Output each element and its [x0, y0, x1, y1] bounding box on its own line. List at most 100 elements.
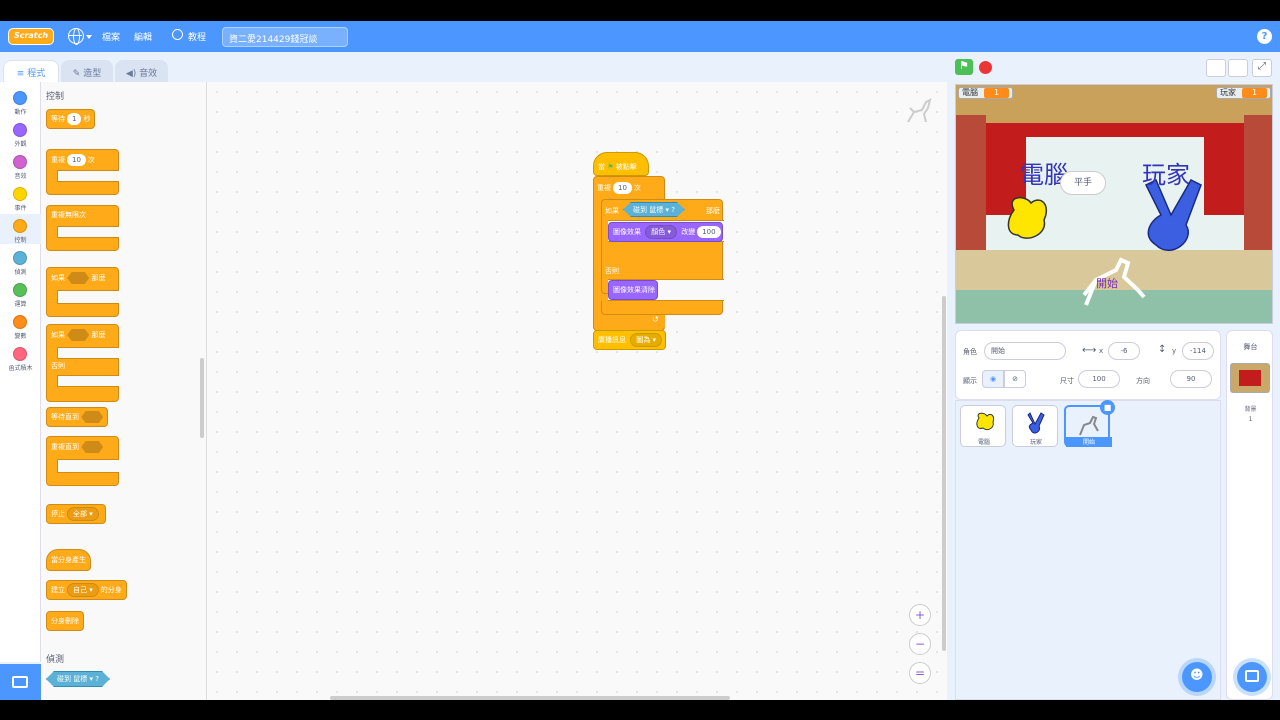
eye-off-icon: ⊘ [1012, 375, 1018, 383]
script-area[interactable] [207, 82, 947, 700]
script-area-vertical-scrollbar[interactable] [942, 296, 946, 651]
globe-icon[interactable] [68, 28, 84, 45]
help-icon[interactable]: ? [1257, 29, 1272, 44]
category-looks[interactable]: 外觀 [0, 118, 41, 148]
category-operators[interactable]: 運算 [0, 278, 41, 308]
stop-button[interactable] [979, 61, 992, 74]
large-stage-button[interactable] [1228, 59, 1248, 77]
project-title-input[interactable]: 資二愛214429錢冠談 [222, 27, 348, 47]
category-label: 外觀 [14, 141, 27, 148]
category-my-blocks[interactable]: 函式積木 [0, 342, 41, 372]
dropdown-value: 自己 [73, 586, 87, 594]
tab-code-label: 程式 [27, 69, 46, 79]
size-input[interactable]: 100 [1078, 370, 1120, 388]
stop-block[interactable]: 停止 全部 ▾ [46, 504, 106, 524]
touching-block[interactable]: 碰到 鼠標 ▾ ? [623, 202, 685, 217]
wait-block[interactable]: 等待 1 秒 [46, 109, 96, 129]
wait-input[interactable]: 1 [67, 113, 82, 125]
lightbulb-icon[interactable] [172, 29, 183, 40]
hide-button[interactable]: ⊘ [1004, 370, 1026, 388]
show-label: 顯示 [963, 377, 977, 385]
x-input[interactable]: -6 [1108, 342, 1140, 360]
category-control[interactable]: 控制 [0, 214, 41, 244]
clear-effects-block[interactable]: 圖像效果清除 [608, 280, 658, 300]
sprite-thumb-computer[interactable]: 電腦 [960, 405, 1006, 447]
green-flag-button[interactable]: ⚑ [955, 59, 973, 75]
variable-monitor-computer[interactable]: 電腦 1 [958, 87, 1014, 99]
condition-slot[interactable] [81, 411, 104, 423]
sprite-thumb-player[interactable]: 玩家 [1012, 405, 1058, 447]
stop-dropdown[interactable]: 全部 ▾ [67, 507, 99, 521]
condition-slot[interactable] [81, 441, 104, 453]
when-clone-start-block[interactable]: 當分身產生 [46, 549, 91, 571]
choose-backdrop-button[interactable] [1237, 662, 1267, 692]
chevron-down-icon[interactable] [86, 35, 92, 39]
dropdown-value[interactable]: 鼠標 [73, 675, 87, 683]
clone-dropdown[interactable]: 自己 ▾ [67, 583, 99, 597]
direction-input[interactable]: 90 [1170, 370, 1212, 388]
edit-menu[interactable]: 編輯 [134, 30, 152, 43]
category-motion[interactable]: 動作 [0, 86, 41, 116]
touching-block[interactable]: 碰到 鼠標 ▾ ? [46, 671, 110, 687]
effect-value-input[interactable]: 100 [697, 226, 721, 238]
dropdown-value[interactable]: 鼠標 [649, 206, 663, 214]
stage-canvas[interactable]: 電腦 1 玩家 1 電腦 玩家 平手 開始 [955, 84, 1273, 324]
variable-monitor-player[interactable]: 玩家 1 [1216, 87, 1272, 99]
repeat-block[interactable]: 重複 10 次 [46, 149, 119, 195]
block-label: 改變 [681, 228, 696, 236]
block-label: 如果 [605, 207, 619, 215]
category-dot [13, 219, 27, 233]
palette-scrollbar[interactable] [200, 358, 204, 438]
tab-code[interactable]: ≡ 程式 [3, 60, 59, 82]
file-menu[interactable]: 檔案 [102, 30, 120, 43]
add-extension-button[interactable] [0, 664, 41, 700]
when-flag-clicked-block[interactable]: 當 ⚑ 被點擊 [593, 152, 649, 176]
if-else-block[interactable]: 如果 那麼 否則 [46, 324, 119, 402]
delete-sprite-button[interactable]: ■ [1100, 400, 1115, 415]
small-stage-button[interactable] [1206, 59, 1226, 77]
fullscreen-icon: ⤢ [1258, 61, 1266, 72]
repeat-input[interactable]: 10 [613, 182, 632, 194]
category-dot [13, 251, 27, 265]
zoom-out-button[interactable]: − [909, 633, 931, 655]
sprite-name-input[interactable]: 開始 [984, 342, 1066, 360]
repeat-until-block[interactable]: 重複直到 [46, 436, 119, 486]
stage-thumbnail[interactable] [1230, 363, 1270, 393]
if-then-block[interactable]: 如果 那麼 [46, 267, 119, 317]
category-variables[interactable]: 變數 [0, 310, 41, 340]
scratch-logo[interactable]: Scratch [8, 28, 54, 45]
condition-slot[interactable] [67, 329, 90, 341]
condition-slot[interactable] [67, 272, 90, 284]
backdrops-count: 1 [1248, 416, 1253, 423]
category-events[interactable]: 事件 [0, 182, 41, 212]
show-button[interactable]: ◉ [982, 370, 1004, 388]
speech-bubble: 平手 [1060, 171, 1106, 195]
tab-sounds[interactable]: ◀) 音效 [115, 60, 168, 82]
fullscreen-button[interactable]: ⤢ [1252, 59, 1272, 77]
if-label: 如果 [605, 203, 619, 219]
speaker-icon: ◀) [125, 69, 140, 79]
script-area-horizontal-scrollbar[interactable] [330, 696, 730, 700]
category-sensing[interactable]: 偵測 [0, 246, 41, 276]
wait-until-block[interactable]: 等待直到 [46, 407, 109, 427]
stage-selector[interactable]: 舞台 背景 1 [1226, 330, 1273, 700]
change-effect-block[interactable]: 圖像效果 顏色 ▾ 改變 100 [608, 222, 723, 242]
tab-costumes[interactable]: ✎ 造型 [61, 60, 113, 82]
zoom-in-button[interactable]: + [909, 604, 931, 626]
broadcast-block[interactable]: 廣播訊息 圖為 ▾ [593, 330, 666, 350]
broadcast-dropdown[interactable]: 圖為 ▾ [630, 333, 662, 347]
choose-sprite-button[interactable]: ☻ [1182, 662, 1212, 692]
category-sound[interactable]: 音效 [0, 150, 41, 180]
tutorials-menu[interactable]: 教程 [188, 30, 206, 43]
create-clone-block[interactable]: 建立 自己 ▾ 的分身 [46, 580, 127, 600]
zoom-reset-button[interactable]: = [909, 662, 931, 684]
category-label: 變數 [14, 333, 27, 340]
delete-clone-block[interactable]: 分身刪除 [46, 611, 84, 631]
repeat-input[interactable]: 10 [67, 154, 86, 166]
effect-dropdown[interactable]: 顏色 ▾ [645, 225, 677, 239]
dropdown-value: 圖為 [636, 336, 651, 344]
code-icon: ≡ [16, 69, 28, 79]
category-menu: 動作 外觀 音效 事件 控制 偵測 運算 變數 函式積木 [0, 82, 41, 662]
y-input[interactable]: -114 [1182, 342, 1214, 360]
forever-block[interactable]: 重複無限次 [46, 205, 119, 251]
